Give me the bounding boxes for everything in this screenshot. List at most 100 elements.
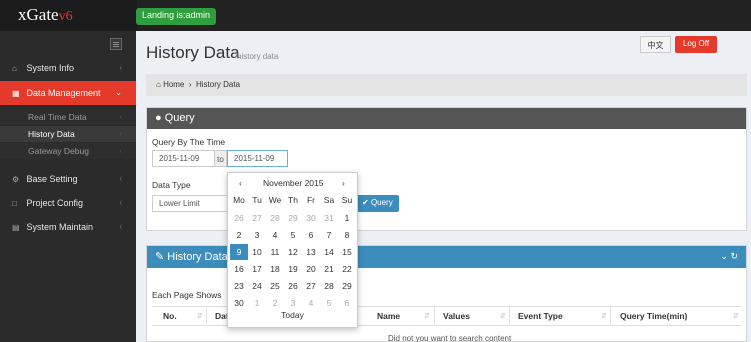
query-button[interactable]: ✔ Query — [356, 195, 399, 212]
sidebar-item-label: Project Config — [26, 198, 84, 208]
calendar-day[interactable]: 9 — [230, 244, 248, 260]
calendar-day[interactable]: 25 — [266, 278, 284, 294]
weekday-label: We — [268, 195, 282, 205]
calendar-day[interactable]: 11 — [266, 244, 284, 260]
calendar-day[interactable]: 19 — [284, 261, 302, 277]
calendar-day[interactable]: 3 — [248, 227, 266, 243]
calendar-day[interactable]: 12 — [284, 244, 302, 260]
to-date-input[interactable]: 2015-11-09 — [227, 150, 288, 167]
calendar-day[interactable]: 14 — [320, 244, 338, 260]
home-icon: ⌂ — [156, 80, 161, 89]
calendar-day[interactable]: 15 — [338, 244, 356, 260]
column-header-query-time[interactable]: Query Time(min) — [620, 311, 687, 321]
breadcrumb-separator: › — [186, 80, 194, 89]
calendar-day[interactable]: 27 — [248, 210, 266, 226]
column-header-values[interactable]: Values — [443, 311, 470, 321]
calendar-day[interactable]: 2 — [266, 295, 284, 311]
calendar-day[interactable]: 16 — [230, 261, 248, 277]
month-year-label[interactable]: November 2015 — [263, 178, 323, 188]
calendar-day[interactable]: 6 — [338, 295, 356, 311]
calendar-day[interactable]: 18 — [266, 261, 284, 277]
language-button[interactable]: 中文 — [640, 36, 671, 53]
bookmark-icon: □ — [12, 199, 17, 208]
calendar-day[interactable]: 26 — [230, 210, 248, 226]
from-date-input[interactable]: 2015-11-09 — [152, 150, 215, 167]
calendar-day[interactable]: 21 — [320, 261, 338, 277]
calendar-day[interactable]: 31 — [320, 210, 338, 226]
sidebar-subitem-history-data[interactable]: History Data ‹ — [0, 126, 136, 142]
chevron-left-icon: ‹ — [119, 63, 122, 72]
calendar-day[interactable]: 24 — [248, 278, 266, 294]
calendar-day[interactable]: 4 — [266, 227, 284, 243]
weekday-label: Fr — [306, 195, 316, 205]
refresh-icon[interactable]: ↻ — [730, 251, 738, 261]
sidebar-subitem-real-time-data[interactable]: Real Time Data ‹ — [0, 109, 136, 125]
query-panel-title: Query — [164, 112, 195, 124]
calendar-day[interactable]: 5 — [320, 295, 338, 311]
logoff-button[interactable]: Log Off — [675, 36, 717, 53]
calendar-day[interactable]: 10 — [248, 244, 266, 260]
edit-icon: ✎ — [155, 251, 165, 263]
next-month-button[interactable]: › — [342, 178, 345, 188]
column-header-event-type[interactable]: Event Type — [518, 311, 563, 321]
calendar-day[interactable]: 30 — [230, 295, 248, 311]
calendar-day[interactable]: 27 — [302, 278, 320, 294]
weekday-label: Th — [288, 195, 298, 205]
sidebar-item-label: Base Setting — [26, 174, 78, 184]
calendar-day[interactable]: 17 — [248, 261, 266, 277]
calendar-day[interactable]: 1 — [248, 295, 266, 311]
server-icon: ▤ — [12, 223, 20, 232]
calendar-day[interactable]: 5 — [284, 227, 302, 243]
calendar-day[interactable]: 7 — [320, 227, 338, 243]
column-header-no[interactable]: No. — [163, 311, 177, 321]
data-type-select[interactable]: Lower Limit — [152, 195, 232, 212]
calendar-day[interactable]: 22 — [338, 261, 356, 277]
calendar-day[interactable]: 3 — [284, 295, 302, 311]
calendar-day[interactable]: 6 — [302, 227, 320, 243]
sidebar-subitem-gateway-debug[interactable]: Gateway Debug ‹ — [0, 143, 136, 159]
calendar-day[interactable]: 13 — [302, 244, 320, 260]
check-icon: ✔ — [362, 198, 369, 207]
sort-icon[interactable]: ⇵ — [197, 312, 203, 320]
chevron-down-icon: ⌄ — [115, 88, 122, 97]
calendar-day[interactable]: 29 — [284, 210, 302, 226]
app-logo[interactable]: xGatev6 — [0, 0, 137, 31]
calendar-day[interactable]: 29 — [338, 278, 356, 294]
sort-icon[interactable]: ⇵ — [601, 312, 607, 320]
calendar-day[interactable]: 28 — [266, 210, 284, 226]
calendar-day[interactable]: 1 — [338, 210, 356, 226]
sort-icon[interactable]: ⇵ — [733, 312, 739, 320]
sidebar-item-base-setting[interactable]: ⚙ Base Setting ‹ — [0, 167, 136, 191]
column-separator — [434, 306, 435, 324]
breadcrumb-home-link[interactable]: Home — [163, 80, 184, 89]
data-type-label: Data Type — [152, 180, 191, 190]
chevron-left-icon: ‹ — [119, 146, 122, 155]
sidebar-item-system-maintain[interactable]: ▤ System Maintain ‹ — [0, 215, 136, 239]
chevron-left-icon: ‹ — [119, 129, 122, 138]
calendar-day[interactable]: 20 — [302, 261, 320, 277]
page-title: History Data — [146, 43, 240, 62]
prev-month-button[interactable]: ‹ — [239, 178, 242, 188]
sort-icon[interactable]: ⇵ — [424, 312, 430, 320]
column-header-name[interactable]: Name — [377, 311, 400, 321]
calendar-day[interactable]: 8 — [338, 227, 356, 243]
sidebar-item-system-info[interactable]: ⌂ System Info ‹ — [0, 56, 136, 80]
calendar-day[interactable]: 26 — [284, 278, 302, 294]
chevron-left-icon: ‹ — [119, 112, 122, 121]
calendar-day[interactable]: 23 — [230, 278, 248, 294]
sort-icon[interactable]: ⇵ — [500, 312, 506, 320]
sidebar-toggle-icon[interactable] — [110, 38, 122, 50]
calendar-day[interactable]: 4 — [302, 295, 320, 311]
calendar-day[interactable]: 2 — [230, 227, 248, 243]
calendar-day[interactable]: 28 — [320, 278, 338, 294]
to-label: to — [214, 150, 227, 167]
sidebar-item-data-management[interactable]: ▦ Data Management ⌄ — [0, 81, 136, 105]
table-icon: ▦ — [12, 89, 20, 98]
calendar-day[interactable]: 30 — [302, 210, 320, 226]
collapse-icon[interactable]: ⌄ — [720, 251, 728, 261]
chevron-left-icon: ‹ — [119, 198, 122, 207]
page-size-label: Each Page Shows — [152, 290, 222, 300]
weekday-label: Sa — [323, 195, 335, 205]
today-button[interactable]: Today — [228, 310, 357, 320]
sidebar-item-project-config[interactable]: □ Project Config ‹ — [0, 191, 136, 215]
